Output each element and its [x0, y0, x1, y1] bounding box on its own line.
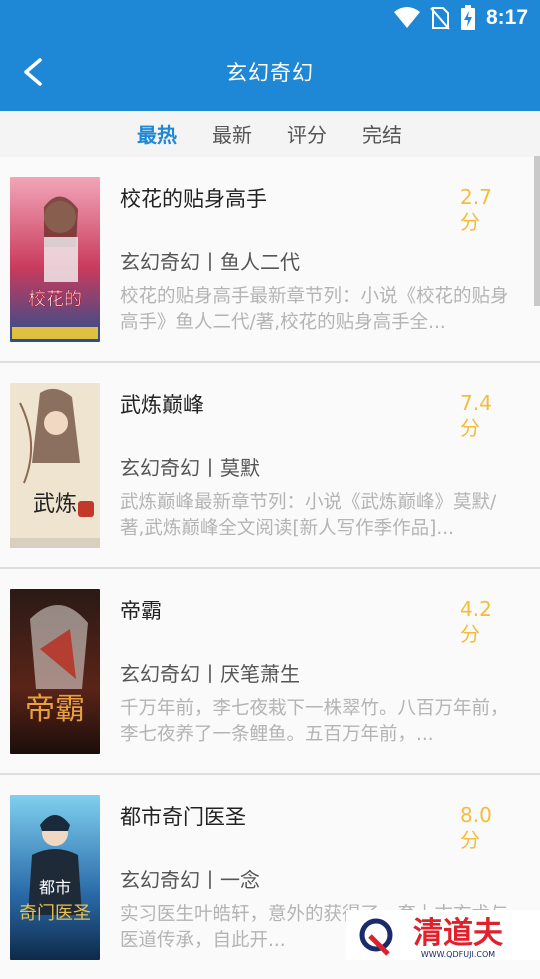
no-sim-icon — [430, 7, 450, 30]
svg-text:都市: 都市 — [39, 878, 71, 897]
tab-completed[interactable]: 完结 — [362, 119, 402, 148]
watermark-logo: 清道夫 WWW.QDFUJI.COM — [346, 910, 540, 960]
page-title: 玄幻奇幻 — [226, 61, 314, 85]
book-meta: 玄幻奇幻丨莫默 — [120, 456, 260, 480]
book-description: 千万年前，李七夜栽下一株翠竹。八百万年前，李七夜养了一条鲤鱼。五百万年前，... — [120, 698, 509, 745]
book-cover: 都市 奇门医圣 — [10, 795, 100, 960]
book-description: 武炼巅峰最新章节列：小说《武炼巅峰》莫默/著,武炼巅峰全文阅读[新人写作季作品]… — [120, 492, 497, 539]
wifi-icon — [393, 7, 420, 28]
back-arrow-icon — [24, 58, 42, 86]
book-title: 都市奇门医圣 — [120, 805, 246, 829]
svg-text:清道夫: 清道夫 — [413, 916, 504, 951]
book-score: 8.0 分 — [460, 803, 492, 852]
book-list: 校花的 校花的贴身高手 2.7 分 玄幻奇幻丨鱼人二代 校花的贴身高手最新章节列：… — [0, 157, 540, 979]
tab-newest[interactable]: 最新 — [212, 119, 252, 148]
svg-text:奇门医圣: 奇门医圣 — [19, 903, 91, 924]
book-cover: 帝霸 — [10, 589, 100, 754]
book-title: 帝霸 — [120, 599, 162, 623]
svg-text:武炼: 武炼 — [33, 492, 77, 517]
book-score: 4.2 分 — [460, 597, 492, 646]
app-bar: 玄幻奇幻 — [0, 36, 540, 111]
book-list-item[interactable]: 武炼 武炼巅峰 7.4 分 玄幻奇幻丨莫默 武炼巅峰最新章节列：小说《武炼巅峰》莫… — [0, 363, 540, 569]
book-title: 校花的贴身高手 — [120, 187, 267, 211]
book-cover: 武炼 — [10, 383, 100, 548]
status-bar: 8:17 — [0, 0, 540, 36]
book-score: 7.4 分 — [460, 391, 492, 440]
book-description: 校花的贴身高手最新章节列：小说《校花的贴身高手》鱼人二代/著,校花的贴身高手全.… — [120, 286, 509, 333]
book-score: 2.7 分 — [460, 185, 492, 234]
tab-rating[interactable]: 评分 — [287, 119, 327, 148]
sort-tabs: 最热 最新 评分 完结 — [0, 111, 540, 157]
back-button[interactable] — [14, 52, 54, 92]
book-list-item[interactable]: 帝霸 帝霸 4.2 分 玄幻奇幻丨厌笔萧生 千万年前，李七夜栽下一株翠竹。八百万年… — [0, 569, 540, 775]
tab-hottest[interactable]: 最热 — [137, 119, 177, 148]
svg-text:校花的: 校花的 — [28, 289, 82, 310]
scrollbar[interactable] — [534, 156, 540, 306]
book-meta: 玄幻奇幻丨一念 — [120, 868, 260, 892]
book-meta: 玄幻奇幻丨鱼人二代 — [120, 250, 300, 274]
book-title: 武炼巅峰 — [120, 393, 204, 417]
svg-text:帝霸: 帝霸 — [25, 692, 85, 727]
clock-time: 8:17 — [485, 6, 528, 29]
book-list-item[interactable]: 校花的 校花的贴身高手 2.7 分 玄幻奇幻丨鱼人二代 校花的贴身高手最新章节列：… — [0, 157, 540, 363]
status-icons: 8:17 — [393, 4, 528, 32]
book-meta: 玄幻奇幻丨厌笔萧生 — [120, 662, 300, 686]
svg-text:WWW.QDFUJI.COM: WWW.QDFUJI.COM — [421, 950, 495, 959]
book-cover: 校花的 — [10, 177, 100, 342]
battery-charging-icon — [460, 5, 475, 30]
